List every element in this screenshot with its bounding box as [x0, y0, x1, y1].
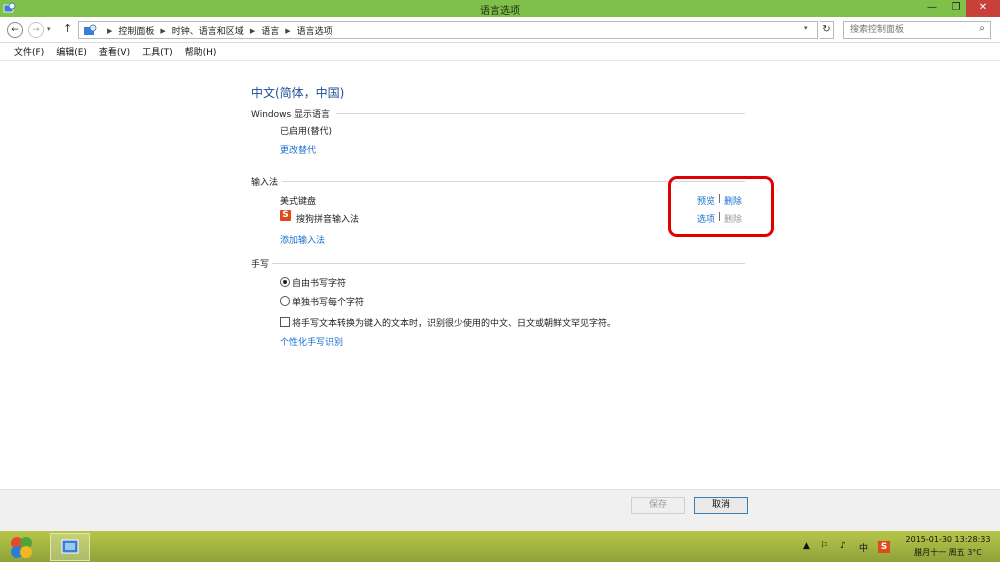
rare-characters-checkbox-label[interactable]: 将手写文本转换为键入的文本时，识别很少使用的中文、日文或朝鲜文罕见字符。 — [292, 316, 616, 329]
handwriting-heading: 手写 — [251, 260, 270, 270]
minimize-button[interactable]: — — [920, 0, 944, 17]
single-character-radio-label[interactable]: 单独书写每个字符 — [292, 295, 364, 308]
search-icon[interactable]: ⌕ — [979, 23, 985, 34]
back-arrow-icon[interactable]: ← — [7, 22, 23, 38]
search-input[interactable] — [850, 24, 970, 36]
close-button[interactable]: ✕ — [966, 0, 1000, 17]
cancel-button[interactable]: 取消 — [694, 497, 748, 514]
refresh-icon[interactable]: ↻ — [820, 21, 834, 39]
menu-file[interactable]: 文件(F) — [14, 45, 44, 58]
personalize-handwriting-link[interactable]: 个性化手写识别 — [280, 335, 343, 348]
single-character-radio[interactable] — [280, 296, 290, 306]
sogou-icon: S — [280, 210, 291, 221]
title-bar: 语言选项 — ❐ ✕ — [0, 0, 1000, 17]
breadcrumb-chevron-icon[interactable]: ▶ — [160, 27, 165, 35]
save-button[interactable]: 保存 — [631, 497, 685, 514]
add-input-method-link[interactable]: 添加输入法 — [280, 233, 325, 246]
control-panel-icon — [61, 539, 79, 554]
ime-indicator[interactable]: 中 — [859, 541, 868, 554]
breadcrumb-control-panel[interactable]: 控制面板 — [118, 24, 154, 37]
volume-icon[interactable]: ♪ — [840, 541, 846, 551]
menu-edit[interactable]: 编辑(E) — [56, 45, 87, 58]
search-box[interactable]: ⌕ — [843, 21, 991, 39]
address-box[interactable]: ▶ 控制面板 ▶ 时钟、语言和区域 ▶ 语言 ▶ 语言选项 — [78, 21, 818, 39]
start-orb-icon[interactable] — [8, 535, 34, 559]
network-icon[interactable]: ⚐ — [820, 541, 828, 551]
breadcrumb-clock-language-region[interactable]: 时钟、语言和区域 — [172, 24, 244, 37]
address-bar: ← → ▾ ↑ ▶ 控制面板 ▶ 时钟、语言和区域 ▶ 语言 ▶ 语言选项 ▾ … — [0, 17, 1000, 43]
menu-view[interactable]: 查看(V) — [99, 45, 130, 58]
breadcrumb: ▶ 控制面板 ▶ 时钟、语言和区域 ▶ 语言 ▶ 语言选项 — [101, 24, 333, 38]
dialog-footer: 保存 取消 — [0, 489, 1000, 531]
display-language-status: 已启用(替代) — [280, 127, 333, 137]
freeform-radio-label[interactable]: 自由书写字符 — [292, 276, 346, 289]
red-highlight-box — [668, 176, 774, 237]
breadcrumb-language[interactable]: 语言 — [261, 24, 279, 37]
breadcrumb-chevron-icon[interactable]: ▶ — [107, 27, 112, 35]
clock-lunar-weather: 腊月十一 周五 3°C — [914, 548, 982, 557]
breadcrumb-chevron-icon[interactable]: ▶ — [250, 27, 255, 35]
breadcrumb-chevron-icon[interactable]: ▶ — [285, 27, 290, 35]
maximize-button[interactable]: ❐ — [944, 0, 968, 17]
recent-pages-chevron-icon[interactable]: ▾ — [47, 25, 51, 33]
window-title: 语言选项 — [480, 6, 520, 17]
freeform-radio[interactable] — [280, 277, 290, 287]
menu-tools[interactable]: 工具(T) — [142, 45, 173, 58]
input-method-sogou-pinyin: 搜狗拼音输入法 — [296, 215, 360, 225]
change-override-link[interactable]: 更改替代 — [280, 143, 316, 156]
menu-bar: 文件(F) 编辑(E) 查看(V) 工具(T) 帮助(H) — [0, 43, 1000, 61]
sogou-tray-icon[interactable]: S — [878, 541, 890, 553]
system-clock[interactable]: 2015-01-30 13:28:33 腊月十一 周五 3°C — [898, 533, 998, 559]
clock-date-time: 2015-01-30 13:28:33 — [905, 535, 991, 544]
taskbar-control-panel-button[interactable] — [50, 533, 90, 561]
show-hidden-icons-chevron-icon[interactable]: ▲ — [803, 541, 810, 551]
forward-arrow-icon[interactable]: → — [28, 22, 44, 38]
menu-help[interactable]: 帮助(H) — [185, 45, 217, 58]
section-divider — [336, 113, 745, 114]
input-method-us-keyboard: 美式键盘 — [280, 197, 317, 207]
control-panel-icon — [84, 24, 97, 35]
page-title: 中文(简体，中国) — [251, 86, 345, 100]
breadcrumb-language-options[interactable]: 语言选项 — [297, 24, 333, 37]
rare-characters-checkbox[interactable] — [280, 317, 290, 327]
main-content: 中文(简体，中国) Windows 显示语言 已启用(替代) 更改替代 输入法 … — [0, 62, 1000, 489]
section-divider — [272, 263, 745, 264]
taskbar: ▲ ⚐ ♪ 中 S 2015-01-30 13:28:33 腊月十一 周五 3°… — [0, 531, 1000, 562]
up-arrow-icon[interactable]: ↑ — [63, 22, 72, 35]
address-dropdown-chevron-icon[interactable]: ▾ — [804, 24, 808, 32]
input-method-heading: 输入法 — [251, 178, 279, 188]
display-language-heading: Windows 显示语言 — [251, 110, 331, 120]
